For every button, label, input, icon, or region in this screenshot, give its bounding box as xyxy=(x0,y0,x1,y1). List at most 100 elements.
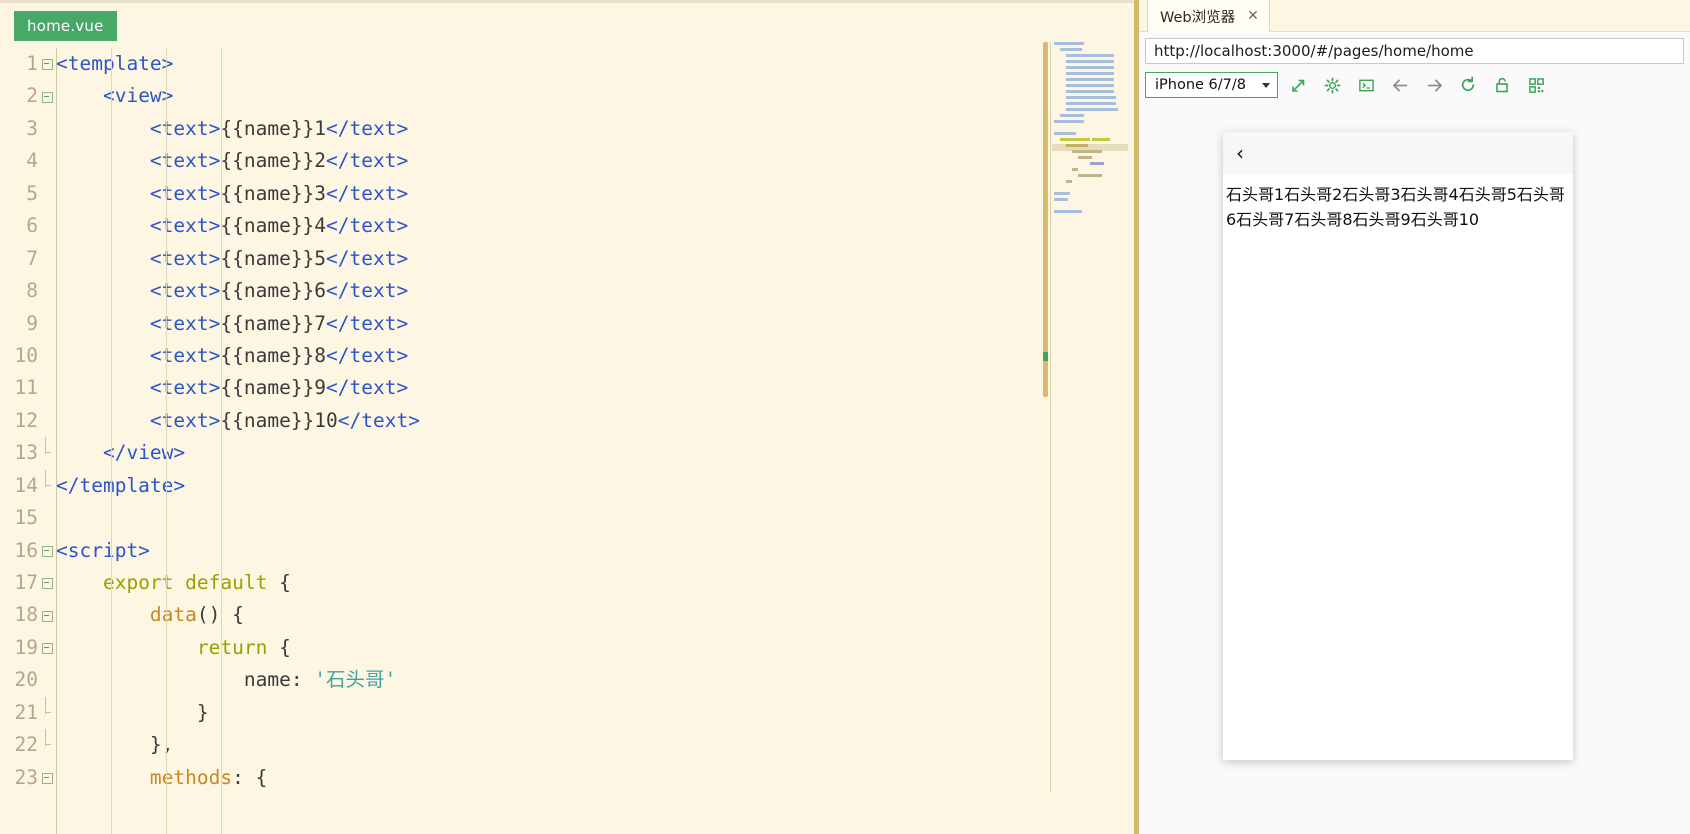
unlock-icon[interactable] xyxy=(1488,72,1516,98)
editor-top-border xyxy=(0,0,1134,3)
minimap-line xyxy=(1066,60,1114,63)
code-line-text: export default { xyxy=(102,571,291,594)
chevron-down-icon xyxy=(1262,82,1270,88)
indent-guide xyxy=(221,48,222,834)
code-editor-pane: home.vue 1 <template> 2 <view> 3 <text>{{na… xyxy=(0,0,1134,834)
web-browser-pane: Web浏览器 ✕ http://localhost:3000/#/pages/h… xyxy=(1139,0,1690,834)
back-arrow-icon[interactable] xyxy=(1386,72,1414,98)
phone-simulator: ‹ 石头哥1石头哥2石头哥3石头哥4石头哥5石头哥6石头哥7石头哥8石头哥9石头… xyxy=(1223,132,1573,760)
code-line: 9 <text>{{name}}7</text> xyxy=(0,308,1048,340)
code-line: 8 <text>{{name}}6</text> xyxy=(0,275,1048,307)
console-icon[interactable] xyxy=(1352,72,1380,98)
minimap-line xyxy=(1054,42,1084,45)
qrcode-icon[interactable] xyxy=(1522,72,1550,98)
minimap-line xyxy=(1066,66,1114,69)
line-number: 19 xyxy=(14,635,38,659)
minimap-divider xyxy=(1050,42,1051,792)
code-line: 1 <template> xyxy=(0,48,1048,80)
settings-gear-icon[interactable] xyxy=(1318,72,1346,98)
close-icon[interactable]: ✕ xyxy=(1247,9,1259,23)
code-minimap[interactable] xyxy=(1052,42,1128,522)
code-line-text: <text>{{name}}9</text> xyxy=(149,376,409,400)
code-text-area[interactable]: 1 <template> 2 <view> 3 <text>{{name}}1</te… xyxy=(0,48,1048,834)
code-line: 20 name: '石头哥' xyxy=(0,664,1048,696)
code-line-text: return { xyxy=(196,635,291,659)
code-line: 5 <text>{{name}}3</text> xyxy=(0,178,1048,210)
browser-tab-bar: Web浏览器 ✕ xyxy=(1139,0,1690,32)
line-number: 9 xyxy=(26,311,38,335)
code-line-text: <text>{{name}}1</text> xyxy=(149,116,409,140)
code-line: 23 methods: { xyxy=(0,762,1048,794)
minimap-line xyxy=(1054,132,1076,135)
minimap-line xyxy=(1066,96,1116,99)
code-line: 13 </view> xyxy=(0,437,1048,469)
url-input[interactable]: http://localhost:3000/#/pages/home/home xyxy=(1145,38,1684,64)
line-number: 11 xyxy=(14,376,38,400)
code-line: 19 return { xyxy=(0,632,1048,664)
minimap-line xyxy=(1092,138,1110,141)
code-line-text: <text>{{name}}2</text> xyxy=(149,149,409,173)
minimap-line xyxy=(1060,114,1084,117)
indent-guide xyxy=(166,48,167,834)
line-number: 23 xyxy=(14,765,38,789)
tab-web-browser[interactable]: Web浏览器 ✕ xyxy=(1147,0,1270,32)
device-select[interactable]: iPhone 6/7/8 xyxy=(1145,72,1278,98)
editor-scrollbar-marker xyxy=(1043,352,1048,361)
tab-web-browser-label: Web浏览器 xyxy=(1160,9,1236,26)
forward-arrow-icon[interactable] xyxy=(1420,72,1448,98)
code-line: 3 <text>{{name}}1</text> xyxy=(0,113,1048,145)
editor-scrollbar-thumb[interactable] xyxy=(1043,42,1048,397)
minimap-line xyxy=(1090,162,1104,165)
code-line: 12 <text>{{name}}10</text> xyxy=(0,405,1048,437)
code-line-text: }, xyxy=(149,733,174,757)
code-line: 6 <text>{{name}}4</text> xyxy=(0,210,1048,242)
line-number: 8 xyxy=(26,279,38,303)
refresh-icon[interactable] xyxy=(1454,72,1482,98)
minimap-line xyxy=(1072,168,1078,171)
minimap-line xyxy=(1054,210,1082,213)
line-number: 7 xyxy=(26,246,38,270)
code-line: 15 xyxy=(0,502,1048,534)
code-line: 4 <text>{{name}}2</text> xyxy=(0,145,1048,177)
minimap-line xyxy=(1060,48,1082,51)
line-number: 4 xyxy=(26,149,38,173)
device-select-value: iPhone 6/7/8 xyxy=(1155,77,1247,93)
minimap-line xyxy=(1066,72,1114,75)
line-number: 21 xyxy=(14,700,38,724)
ide-window: home.vue 1 <template> 2 <view> 3 <text>{{na… xyxy=(0,0,1690,834)
line-number: 5 xyxy=(26,181,38,205)
code-line-text: methods: { xyxy=(149,765,268,789)
minimap-line xyxy=(1066,54,1114,57)
code-line-text: <text>{{name}}4</text> xyxy=(149,214,409,238)
minimap-line xyxy=(1054,198,1068,201)
code-line-text: </template> xyxy=(56,473,186,497)
code-line-text: <view> xyxy=(102,84,174,108)
code-line: 14 </template> xyxy=(0,469,1048,502)
code-line: 7 <text>{{name}}5</text> xyxy=(0,243,1048,275)
line-number: 16 xyxy=(14,538,38,562)
back-chevron-icon[interactable]: ‹ xyxy=(1236,143,1244,163)
code-line-text: <text>{{name}}5</text> xyxy=(149,246,409,270)
code-line-text: data() { xyxy=(149,603,244,627)
browser-toolbar: iPhone 6/7/8 xyxy=(1145,71,1684,99)
minimap-line xyxy=(1060,138,1090,141)
minimap-line xyxy=(1078,156,1092,159)
line-number: 6 xyxy=(26,214,38,238)
line-number: 18 xyxy=(14,603,38,627)
open-external-icon[interactable] xyxy=(1284,72,1312,98)
line-number: 1 xyxy=(26,52,38,75)
line-number: 22 xyxy=(14,733,38,757)
phone-page-content: 石头哥1石头哥2石头哥3石头哥4石头哥5石头哥6石头哥7石头哥8石头哥9石头哥1… xyxy=(1226,185,1565,229)
code-line-text: <text>{{name}}8</text> xyxy=(149,343,409,367)
code-line: 17 export default { xyxy=(0,567,1048,599)
line-number: 15 xyxy=(14,506,38,530)
line-number: 3 xyxy=(26,116,38,140)
url-text: http://localhost:3000/#/pages/home/home xyxy=(1154,42,1474,60)
line-number: 13 xyxy=(14,441,38,465)
code-line-text: <template> xyxy=(56,52,174,75)
minimap-selection-band xyxy=(1052,144,1128,151)
line-number: 2 xyxy=(26,84,38,108)
code-line: 18 data() { xyxy=(0,599,1048,631)
file-tab-home-vue[interactable]: home.vue xyxy=(14,11,117,41)
code-line-text: <text>{{name}}6</text> xyxy=(149,279,409,303)
